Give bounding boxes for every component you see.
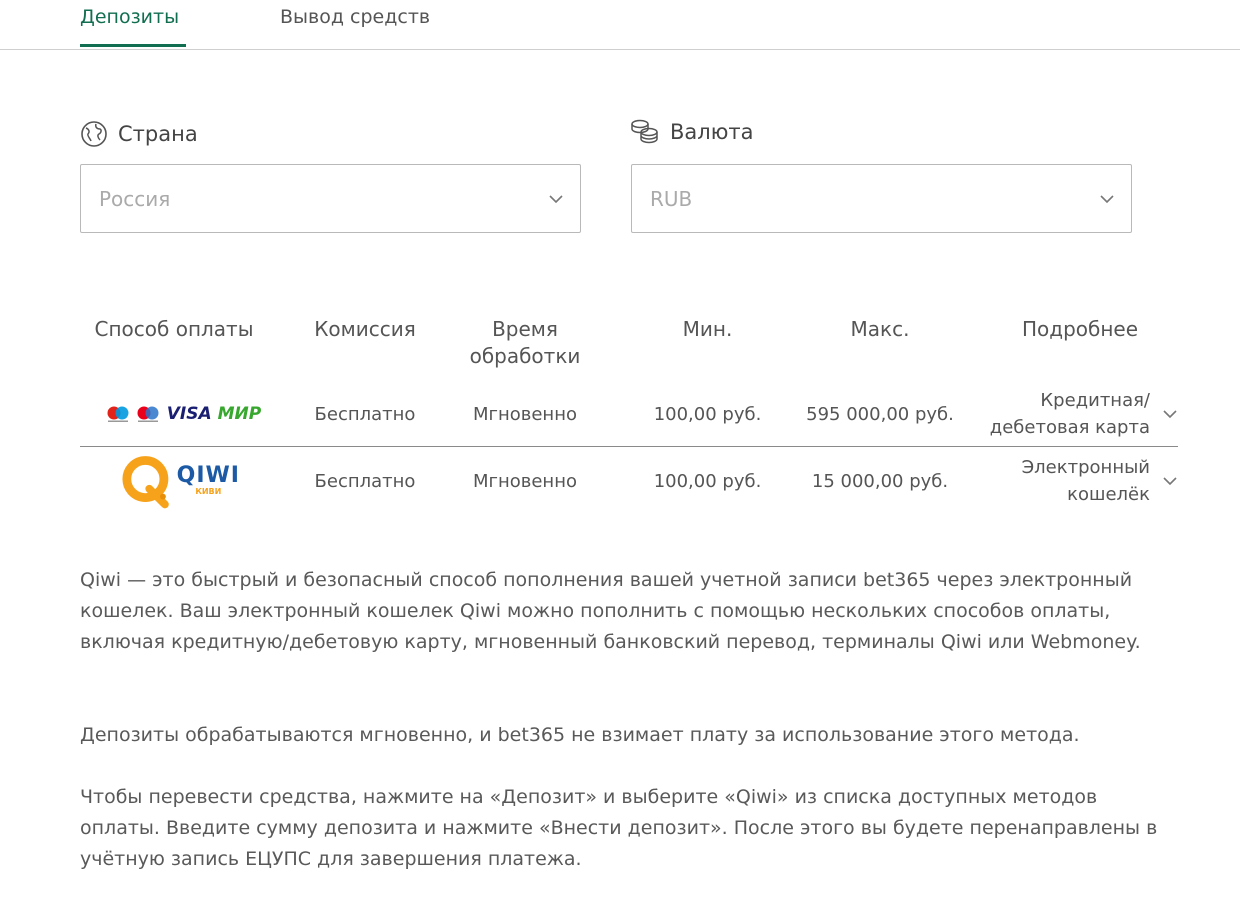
details-line2: кошелёк xyxy=(1067,484,1150,505)
max-value: 15 000,00 руб. xyxy=(811,470,949,492)
expand-row-button[interactable] xyxy=(1160,381,1180,447)
tab-deposits[interactable]: Депозиты xyxy=(80,6,179,28)
coins-icon xyxy=(631,119,658,144)
tab-bar: Депозиты Вывод средств xyxy=(0,0,1240,50)
currency-label-text: Валюта xyxy=(670,120,754,144)
currency-select[interactable]: RUB xyxy=(631,164,1132,233)
description-paragraph: Депозиты обрабатываются мгновенно, и bet… xyxy=(80,724,1080,746)
time-value: Мгновенно xyxy=(472,470,577,492)
country-label: Страна xyxy=(80,118,198,150)
chevron-down-icon xyxy=(1100,195,1114,204)
mir-logo-text: МИР xyxy=(217,404,262,424)
qiwi-circle-icon xyxy=(122,456,169,509)
header-processing-time-line2: обработки xyxy=(469,344,581,368)
header-details: Подробнее xyxy=(1021,317,1139,341)
details-text: Кредитная/ дебетовая карта xyxy=(960,381,1150,447)
header-max: Макс. xyxy=(850,317,910,341)
chevron-down-icon xyxy=(1163,410,1177,419)
header-processing-time: Время обработки xyxy=(440,316,610,370)
mastercard-icon xyxy=(137,406,159,422)
visa-logo-text: VISA xyxy=(166,404,212,424)
time-value: Мгновенно xyxy=(472,403,577,425)
fee-value: Бесплатно xyxy=(314,470,416,492)
header-processing-time-line1: Время xyxy=(492,317,558,341)
table-row[interactable]: VISA МИР Бесплатно Мгновенно 100,00 руб.… xyxy=(80,381,1178,447)
min-value: 100,00 руб. xyxy=(653,403,762,425)
country-select[interactable]: Россия xyxy=(80,164,581,233)
header-min: Мин. xyxy=(682,317,733,341)
details-line1: Электронный xyxy=(1021,457,1150,478)
description-paragraph: Чтобы перевести средства, нажмите на «Де… xyxy=(80,786,1158,870)
chevron-down-icon xyxy=(549,195,563,204)
active-tab-indicator xyxy=(80,44,186,47)
description-paragraph: Qiwi — это быстрый и безопасный способ п… xyxy=(80,569,1141,653)
globe-icon xyxy=(81,121,107,147)
min-value: 100,00 руб. xyxy=(653,470,762,492)
cards-logo: VISA МИР xyxy=(98,381,268,447)
qiwi-logo-text: QIWI xyxy=(176,463,240,488)
expand-row-button[interactable] xyxy=(1160,448,1180,514)
chevron-down-icon xyxy=(1163,477,1177,486)
currency-select-value: RUB xyxy=(650,187,693,211)
currency-label: Валюта xyxy=(630,116,753,148)
details-line2: дебетовая карта xyxy=(989,417,1150,438)
maestro-icon xyxy=(107,406,129,422)
country-select-value: Россия xyxy=(99,187,171,211)
country-label-text: Страна xyxy=(118,122,198,146)
qiwi-logo: QIWI КИВИ xyxy=(120,448,240,514)
header-fee: Комиссия xyxy=(314,317,416,341)
table-row[interactable]: QIWI КИВИ Бесплатно Мгновенно 100,00 руб… xyxy=(80,448,1178,514)
details-text: Электронный кошелёк xyxy=(960,448,1150,514)
details-line1: Кредитная/ xyxy=(1040,390,1150,411)
header-payment-method: Способ оплаты xyxy=(94,317,254,341)
tab-withdrawal[interactable]: Вывод средств xyxy=(280,6,430,28)
qiwi-logo-subtext: КИВИ xyxy=(195,487,222,496)
fee-value: Бесплатно xyxy=(314,403,416,425)
max-value: 595 000,00 руб. xyxy=(806,403,954,425)
